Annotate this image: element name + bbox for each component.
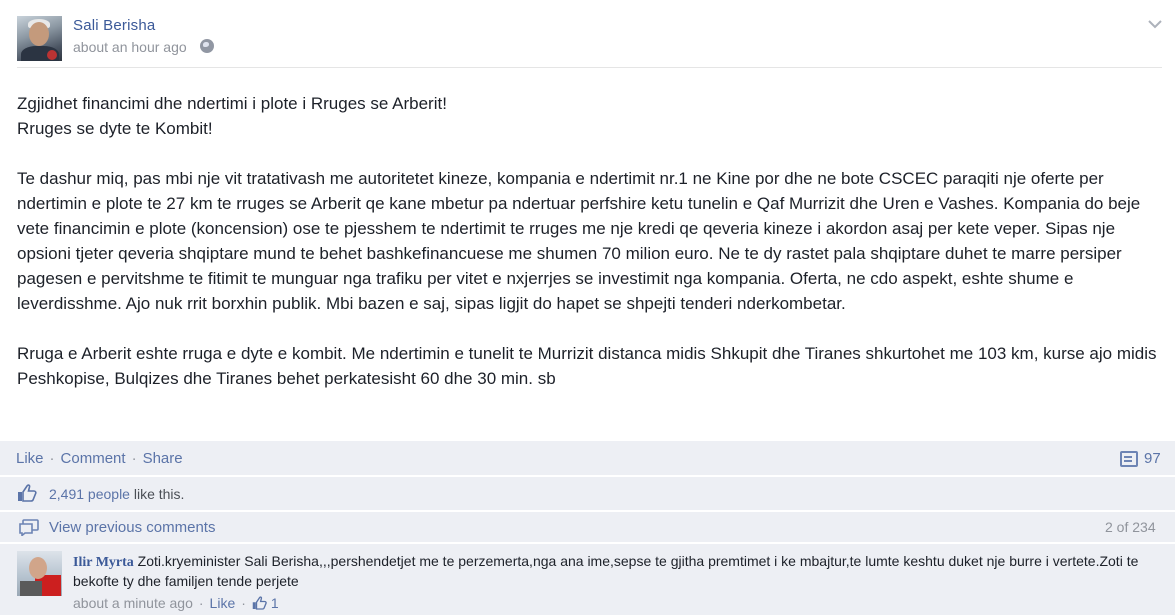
separator: · xyxy=(241,595,246,611)
view-previous-row: View previous comments 2 of 234 xyxy=(0,511,1175,542)
thumb-up-icon xyxy=(252,596,267,610)
post-subheadline: Rruges se dyte te Kombit! xyxy=(17,119,213,138)
post-body: Zgjidhet financimi dhe ndertimi i plote … xyxy=(17,91,1157,391)
globe-icon xyxy=(200,39,214,53)
comment-like-button[interactable]: Like xyxy=(210,595,236,611)
comments-pager: 2 of 234 xyxy=(1105,519,1156,535)
post-headline: Zgjidhet financimi dhe ndertimi i plote … xyxy=(17,94,447,113)
like-button[interactable]: Like xyxy=(16,450,44,467)
post-paragraph: Te dashur miq, pas mbi nje vit tratativa… xyxy=(17,169,1141,313)
comment-timestamp[interactable]: about a minute ago xyxy=(73,595,193,611)
comment-count: 97 xyxy=(1144,450,1161,467)
likes-suffix: like this. xyxy=(129,486,185,502)
commenter-name[interactable]: Ilir Myrta xyxy=(73,555,134,570)
post-actions: Like · Comment · Share xyxy=(16,450,183,467)
comment-like-count[interactable]: 1 xyxy=(271,595,279,611)
comment-count-link[interactable]: 97 xyxy=(1120,450,1161,467)
likes-count-link[interactable]: 2,491 people xyxy=(49,486,130,502)
header-divider xyxy=(17,67,1162,68)
post-paragraph: Rruga e Arberit eshte rruga e dyte e kom… xyxy=(17,344,1157,388)
commenter-avatar[interactable] xyxy=(17,551,62,596)
view-comments-icon xyxy=(19,519,39,536)
view-previous-comments-link[interactable]: View previous comments xyxy=(49,519,215,536)
action-bar: Like · Comment · Share 97 xyxy=(0,441,1175,475)
chevron-down-icon[interactable] xyxy=(1148,19,1162,29)
thumb-up-icon xyxy=(18,484,37,502)
post-header: Sali Berisha about an hour ago xyxy=(0,0,1175,68)
comment-item: Ilir Myrta Zoti.kryeminister Sali Berish… xyxy=(0,543,1175,615)
separator: · xyxy=(198,595,204,611)
author-avatar[interactable] xyxy=(17,16,62,61)
author-name[interactable]: Sali Berisha xyxy=(73,17,155,34)
separator: · xyxy=(49,450,55,467)
post-timestamp[interactable]: about an hour ago xyxy=(73,39,187,55)
comment-text: Zoti.kryeminister Sali Berisha,,,pershen… xyxy=(73,553,1139,589)
separator: · xyxy=(131,450,137,467)
comment-meta: about a minute ago · Like · 1 xyxy=(73,595,279,611)
likes-row: 2,491 people like this. xyxy=(0,477,1175,510)
comment-content: Ilir Myrta Zoti.kryeminister Sali Berish… xyxy=(73,552,1153,591)
comment-button[interactable]: Comment xyxy=(61,450,126,467)
likes-summary: 2,491 people like this. xyxy=(49,486,184,502)
share-button[interactable]: Share xyxy=(143,450,183,467)
comment-icon xyxy=(1120,450,1138,467)
